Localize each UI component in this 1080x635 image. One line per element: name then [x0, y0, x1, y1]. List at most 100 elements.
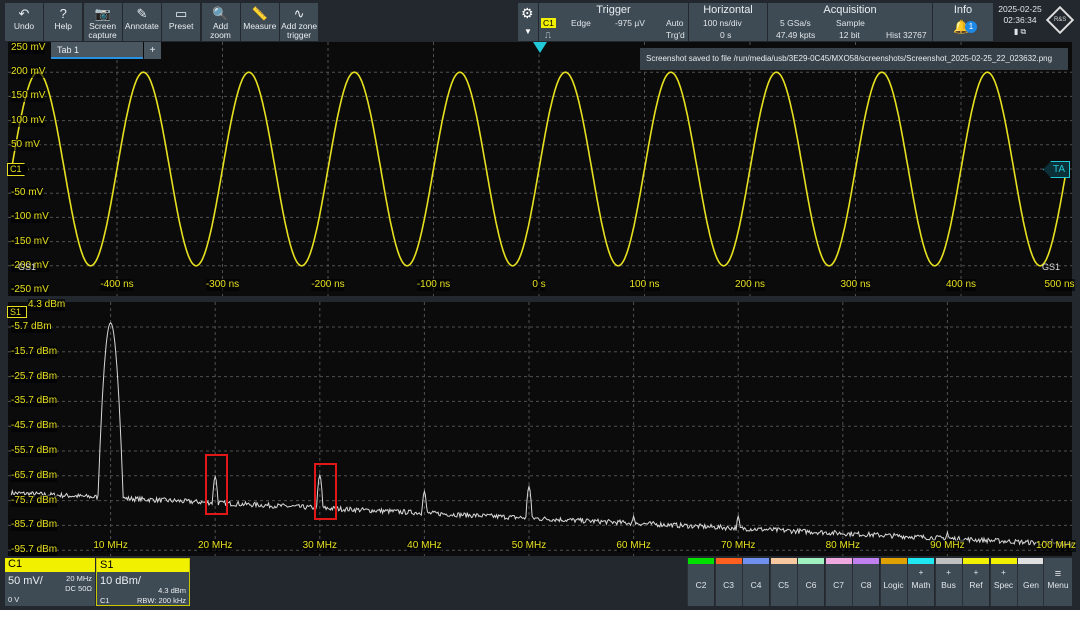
y-tick-label: 100 mV: [11, 114, 46, 127]
menu-label: Menu: [1047, 580, 1069, 590]
color-strip: [770, 558, 797, 564]
button-label: Spec: [993, 580, 1014, 590]
y-tick-label: -150 mV: [11, 235, 49, 248]
button-label: C3: [723, 580, 734, 590]
plus-icon: +: [946, 568, 951, 577]
x-tick-label: -100 ns: [416, 279, 451, 291]
y-tick-label: -15.7 dBm: [11, 345, 58, 358]
channel-button-ref[interactable]: + Ref: [962, 558, 989, 606]
color-strip: [990, 558, 1017, 564]
channel-marker-c1[interactable]: C1: [7, 163, 29, 176]
channel-button-c4[interactable]: C4: [742, 558, 769, 606]
channel-button-c7[interactable]: C7: [824, 558, 852, 606]
highlight-box-30mhz: [314, 463, 337, 520]
channel-button-c5[interactable]: C5: [769, 558, 797, 606]
add-tab-button[interactable]: +: [144, 42, 161, 59]
plot-canvas: [8, 42, 1074, 556]
button-label: C6: [805, 580, 817, 590]
y-tick-label: -55.7 dBm: [11, 445, 58, 457]
x-tick-label: 30 MHz: [302, 540, 338, 552]
plus-icon: +: [973, 568, 979, 577]
channel-box-s1[interactable]: S1 10 dBm/ 4.3 dBm C1 RBW: 200 kHz: [96, 558, 190, 606]
y-tick-label: -250 mV: [11, 284, 49, 296]
x-tick-label: 20 MHz: [197, 540, 233, 552]
menu-button[interactable]: ≡ Menu: [1043, 558, 1072, 606]
notification-toast[interactable]: Screenshot saved to file /run/media/usb/…: [640, 48, 1068, 70]
gate-marker-left: GS1: [18, 262, 37, 272]
x-tick-label: 80 MHz: [825, 540, 861, 552]
channel-button-c3[interactable]: C3: [714, 558, 742, 606]
channel-button-c2[interactable]: C2: [687, 558, 714, 606]
menu-icon: ≡: [1054, 568, 1062, 580]
button-label: Math: [911, 580, 931, 590]
x-tick-label: 90 MHz: [930, 540, 965, 552]
x-tick-label: -200 ns: [311, 279, 345, 291]
channel-button-bus[interactable]: + Bus: [934, 558, 962, 606]
color-strip: [908, 558, 934, 564]
y-tick-label: -85.7 dBm: [11, 519, 58, 532]
c1-coupling: DC 50Ω: [65, 584, 92, 593]
x-tick-label: 100 ns: [629, 279, 660, 291]
y-tick-label: -5.7 dBm: [11, 321, 52, 333]
x-tick-label: 40 MHz: [407, 540, 442, 552]
x-tick-label: -300 ns: [205, 279, 240, 291]
spectrum-trace: [10, 322, 1074, 548]
s1-scale: 10 dBm/: [100, 575, 141, 587]
y-tick-label: -50 mV: [11, 187, 44, 200]
button-label: C8: [860, 580, 872, 590]
color-strip: [688, 558, 714, 564]
x-tick-label: 400 ns: [945, 279, 977, 291]
channel-button-c8[interactable]: C8: [852, 558, 879, 606]
button-label: Bus: [941, 580, 956, 590]
color-strip: [880, 558, 907, 564]
y-tick-label: 200 mV: [11, 66, 46, 79]
channel-box-c1[interactable]: C1 50 mV/ 20 MHz DC 50Ω 0 V: [5, 558, 95, 606]
channel-button-c6[interactable]: C6: [797, 558, 824, 606]
channel-button-math[interactable]: + Math: [907, 558, 934, 606]
button-label: C2: [695, 580, 707, 590]
color-strip: [825, 558, 852, 564]
highlight-box-20mhz: [205, 454, 228, 515]
y-tick-label: 4.3 dBm: [28, 299, 66, 312]
channel-button-logic[interactable]: Logic: [879, 558, 907, 606]
button-label: C4: [750, 580, 762, 590]
y-tick-label: 150 mV: [11, 90, 46, 103]
y-tick-label: -100 mV: [11, 211, 49, 224]
gate-marker-right: GS1: [1042, 262, 1061, 272]
color-strip: [798, 558, 824, 564]
y-tick-label: 250 mV: [11, 42, 46, 54]
s1-reference-level: 4.3 dBm: [158, 586, 186, 595]
color-strip: [963, 558, 989, 564]
x-tick-label: 50 MHz: [511, 540, 547, 552]
x-tick-label: 10 MHz: [93, 540, 128, 552]
color-strip: [935, 558, 962, 564]
channel-button-gen[interactable]: Gen: [1017, 558, 1044, 606]
x-tick-label: 60 MHz: [616, 540, 651, 552]
tab-1[interactable]: Tab 1: [51, 42, 143, 59]
y-tick-label: -65.7 dBm: [11, 469, 58, 482]
x-tick-label: 500 ns: [1044, 279, 1075, 291]
color-strip: [1018, 558, 1044, 564]
x-tick-label: 100 MHz: [1036, 540, 1077, 552]
x-tick-label: 70 MHz: [720, 540, 756, 552]
spectrum-marker-s1[interactable]: S1: [7, 306, 28, 318]
oscilloscope-screen: ↶ Undo? Help 📷 Screen capture ✎ Annotate ▭ Prese…: [0, 0, 1080, 610]
channel-button-spec[interactable]: + Spec: [989, 558, 1017, 606]
button-label: Ref: [969, 580, 983, 590]
x-tick-label: 300 ns: [840, 279, 871, 291]
x-tick-label: 200 ns: [734, 279, 766, 291]
trigger-position-marker[interactable]: [533, 42, 547, 53]
y-tick-label: -95.7 dBm: [11, 544, 58, 557]
button-label: C5: [778, 580, 789, 590]
color-strip: [743, 558, 769, 564]
color-strip: [853, 558, 879, 564]
button-label: Logic: [883, 580, 904, 590]
s1-name: S1: [97, 559, 189, 572]
x-tick-label: 0 s: [532, 279, 546, 291]
c1-scale: 50 mV/: [8, 575, 43, 587]
color-strip: [715, 558, 742, 564]
y-tick-label: -35.7 dBm: [11, 395, 58, 408]
x-tick-label: -400 ns: [100, 279, 134, 291]
button-label: Gen: [1022, 580, 1040, 590]
c1-bandwidth: 20 MHz: [66, 574, 92, 583]
